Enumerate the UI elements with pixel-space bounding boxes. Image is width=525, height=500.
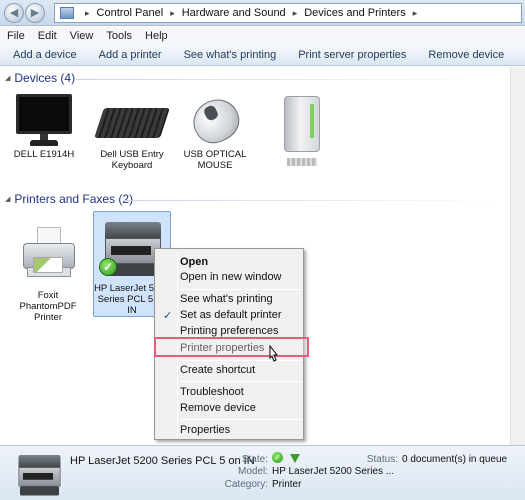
device-label: USB OPTICAL MOUSE [183, 149, 247, 171]
monitor-icon [14, 94, 74, 146]
see-whats-printing-button[interactable]: See what's printing [171, 49, 286, 61]
menu-separator [180, 360, 302, 361]
forward-button[interactable]: ▶ [25, 3, 45, 23]
menu-item-see-whats-printing[interactable]: See what's printing [180, 291, 273, 307]
add-device-button[interactable]: Add a device [0, 49, 86, 61]
details-status-label: Status: [366, 454, 398, 465]
print-server-properties-button[interactable]: Print server properties [285, 49, 415, 61]
details-model-label: Model: [237, 466, 268, 477]
menu-item-create-shortcut[interactable]: Create shortcut [180, 362, 255, 378]
external-drive-icon [272, 94, 332, 154]
highlight-box [154, 337, 309, 357]
address-bar[interactable]: ▸ Control Panel ▸ Hardware and Sound ▸ D… [54, 3, 522, 23]
collapse-triangle-icon[interactable]: ◢ [5, 195, 10, 203]
state-default-arrow-icon [290, 454, 300, 463]
menu-separator [180, 289, 302, 290]
back-button[interactable]: ◀ [4, 3, 24, 23]
control-panel-icon [60, 7, 74, 19]
device-dell-keyboard[interactable]: Dell USB Entry Keyboard [92, 94, 172, 171]
keyboard-icon [94, 94, 170, 146]
menu-help[interactable]: Help [145, 30, 168, 42]
devices-group-title: Devices (4) [14, 71, 76, 85]
device-external-drive[interactable] [262, 94, 342, 169]
breadcrumb-separator[interactable]: ▸ [413, 8, 418, 19]
printer-icon [15, 225, 81, 287]
details-category-label: Category: [224, 479, 268, 490]
mouse-icon [185, 91, 247, 151]
devices-group-header[interactable]: ◢ Devices (4) [5, 71, 75, 85]
remove-device-button[interactable]: Remove device [415, 49, 513, 61]
menu-view[interactable]: View [70, 30, 94, 42]
menu-item-open[interactable]: Open [180, 254, 208, 270]
title-bar: ◀ ▶ ▸ Control Panel ▸ Hardware and Sound… [0, 0, 525, 26]
printer-foxit[interactable]: Foxit PhantomPDF Printer [8, 225, 88, 323]
printers-group-header[interactable]: ◢ Printers and Faxes (2) [5, 192, 133, 206]
add-printer-button[interactable]: Add a printer [86, 49, 171, 61]
device-usb-mouse[interactable]: USB OPTICAL MOUSE [175, 91, 255, 171]
breadcrumb-control-panel[interactable]: Control Panel [97, 7, 164, 19]
details-status-value: 0 document(s) in queue [402, 454, 508, 465]
breadcrumb-devices-and-printers[interactable]: Devices and Printers [304, 7, 406, 19]
collapse-triangle-icon[interactable]: ◢ [5, 74, 10, 82]
menu-separator [180, 419, 302, 420]
default-printer-check-icon: ✓ [99, 258, 117, 276]
checkmark-icon: ✓ [163, 310, 173, 322]
menu-file[interactable]: File [7, 30, 25, 42]
breadcrumb-separator: ▸ [85, 7, 90, 18]
device-label: DELL E1914H [13, 149, 75, 160]
menu-bar: File Edit View Tools Help [0, 27, 525, 44]
breadcrumb-separator[interactable]: ▸ [170, 8, 175, 19]
details-pane: HP LaserJet 5200 Series PCL 5 on IN Stat… [0, 445, 525, 500]
laser-printer-icon [14, 452, 61, 496]
details-category-value: Printer [272, 479, 302, 490]
device-dell-monitor[interactable]: DELL E1914H [4, 94, 84, 160]
state-ok-icon: ✓ [272, 452, 283, 463]
menu-tools[interactable]: Tools [106, 30, 132, 42]
details-state-label: State: [241, 454, 268, 465]
details-model-value: HP LaserJet 5200 Series ... [272, 466, 395, 477]
vertical-scrollbar[interactable] [510, 67, 525, 445]
menu-item-properties[interactable]: Properties [180, 422, 230, 438]
menu-item-set-default-printer[interactable]: Set as default printer [180, 307, 282, 323]
menu-item-remove-device[interactable]: Remove device [180, 400, 256, 416]
command-bar: Add a device Add a printer See what's pr… [0, 44, 525, 66]
group-divider [124, 200, 506, 201]
printers-group-title: Printers and Faxes (2) [14, 192, 134, 206]
breadcrumb-separator[interactable]: ▸ [293, 8, 298, 19]
menu-edit[interactable]: Edit [38, 30, 57, 42]
device-label: Foxit PhantomPDF Printer [19, 290, 77, 323]
breadcrumb-hardware-and-sound[interactable]: Hardware and Sound [182, 7, 286, 19]
group-divider [76, 79, 506, 80]
mouse-cursor-icon [269, 345, 279, 362]
menu-separator [180, 381, 302, 382]
menu-item-open-new-window[interactable]: Open in new window [180, 269, 282, 285]
device-label: Dell USB Entry Keyboard [100, 149, 164, 171]
menu-item-troubleshoot[interactable]: Troubleshoot [180, 384, 244, 400]
blurred-device-label [287, 158, 317, 166]
